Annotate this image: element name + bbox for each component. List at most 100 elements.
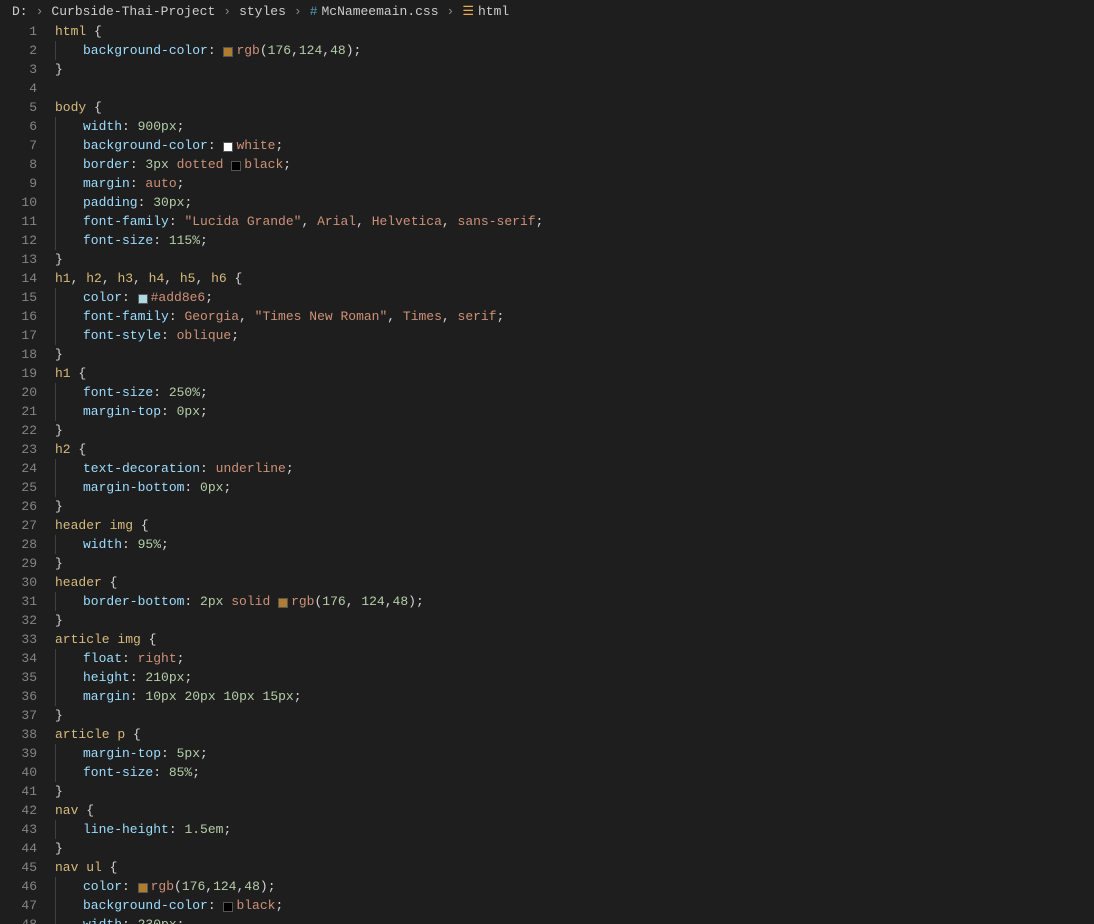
code-token: ;	[177, 915, 185, 924]
code-token: ;	[177, 649, 185, 668]
color-swatch-icon[interactable]	[278, 598, 288, 608]
breadcrumb[interactable]: D: › Curbside-Thai-Project › styles › # …	[0, 0, 1094, 22]
code-line[interactable]: body {	[55, 98, 1094, 117]
breadcrumb-part[interactable]: D:	[12, 4, 28, 19]
code-editor[interactable]: 1234567891011121314151617181920212223242…	[0, 22, 1094, 924]
code-line[interactable]: color: #add8e6;	[55, 288, 1094, 307]
line-number: 31	[0, 592, 37, 611]
code-line[interactable]: }	[55, 706, 1094, 725]
line-number: 32	[0, 611, 37, 630]
code-line[interactable]: margin: auto;	[55, 174, 1094, 193]
code-line[interactable]: margin-top: 5px;	[55, 744, 1094, 763]
code-line[interactable]: }	[55, 554, 1094, 573]
code-token: width	[83, 915, 122, 924]
code-line[interactable]: html {	[55, 22, 1094, 41]
code-line[interactable]: nav ul {	[55, 858, 1094, 877]
indent-guide	[55, 478, 83, 497]
line-number: 44	[0, 839, 37, 858]
code-token: :	[161, 744, 177, 763]
code-line[interactable]: }	[55, 250, 1094, 269]
line-number: 30	[0, 573, 37, 592]
code-line[interactable]: font-family: Georgia, "Times New Roman",…	[55, 307, 1094, 326]
code-line[interactable]: width: 95%;	[55, 535, 1094, 554]
code-token: 48	[393, 592, 409, 611]
code-line[interactable]: border: 3px dotted black;	[55, 155, 1094, 174]
line-number: 47	[0, 896, 37, 915]
color-swatch-icon[interactable]	[138, 883, 148, 893]
code-line[interactable]: nav {	[55, 801, 1094, 820]
code-line[interactable]: background-color: black;	[55, 896, 1094, 915]
code-line[interactable]: color: rgb(176,124,48);	[55, 877, 1094, 896]
code-line[interactable]: article img {	[55, 630, 1094, 649]
color-swatch-icon[interactable]	[138, 294, 148, 304]
code-line[interactable]: margin-bottom: 0px;	[55, 478, 1094, 497]
code-line[interactable]: width: 900px;	[55, 117, 1094, 136]
breadcrumb-part[interactable]: html	[478, 4, 509, 19]
code-line[interactable]: background-color: rgb(176,124,48);	[55, 41, 1094, 60]
code-token: ;	[286, 459, 294, 478]
code-line[interactable]: header {	[55, 573, 1094, 592]
code-line[interactable]: }	[55, 345, 1094, 364]
breadcrumb-part[interactable]: styles	[239, 4, 286, 19]
code-line[interactable]: h1 {	[55, 364, 1094, 383]
code-line[interactable]: line-height: 1.5em;	[55, 820, 1094, 839]
code-token: )	[346, 41, 354, 60]
code-line[interactable]: margin: 10px 20px 10px 15px;	[55, 687, 1094, 706]
code-line[interactable]: width: 230px;	[55, 915, 1094, 924]
code-token: ;	[268, 877, 276, 896]
code-line[interactable]: }	[55, 839, 1094, 858]
breadcrumb-part[interactable]: Curbside-Thai-Project	[51, 4, 215, 19]
code-token: border	[83, 155, 130, 174]
code-line[interactable]: border-bottom: 2px solid rgb(176, 124,48…	[55, 592, 1094, 611]
code-token: ,	[385, 592, 393, 611]
code-line[interactable]: height: 210px;	[55, 668, 1094, 687]
code-line[interactable]: article p {	[55, 725, 1094, 744]
code-token: ,	[442, 307, 458, 326]
code-line[interactable]: font-size: 250%;	[55, 383, 1094, 402]
code-line[interactable]: header img {	[55, 516, 1094, 535]
code-line[interactable]: background-color: white;	[55, 136, 1094, 155]
code-line[interactable]: padding: 30px;	[55, 193, 1094, 212]
code-token: ;	[177, 117, 185, 136]
code-line[interactable]: h2 {	[55, 440, 1094, 459]
code-token: margin-top	[83, 744, 161, 763]
code-token: dotted	[177, 155, 224, 174]
code-token: white	[236, 136, 275, 155]
css-file-icon: #	[310, 4, 318, 19]
code-token: ,	[356, 212, 372, 231]
code-token: 124	[361, 592, 384, 611]
code-token: serif	[458, 307, 497, 326]
code-line[interactable]: }	[55, 497, 1094, 516]
code-line[interactable]	[55, 79, 1094, 98]
line-number: 19	[0, 364, 37, 383]
code-token: 15px	[263, 687, 294, 706]
code-line[interactable]: font-style: oblique;	[55, 326, 1094, 345]
code-token: oblique	[177, 326, 232, 345]
code-token: 210px	[145, 668, 184, 687]
code-line[interactable]: }	[55, 421, 1094, 440]
code-token: ;	[200, 402, 208, 421]
color-swatch-icon[interactable]	[223, 902, 233, 912]
code-line[interactable]: }	[55, 782, 1094, 801]
code-line[interactable]: }	[55, 60, 1094, 79]
indent-guide	[55, 896, 83, 915]
code-token: 10px	[223, 687, 254, 706]
code-line[interactable]: text-decoration: underline;	[55, 459, 1094, 478]
code-line[interactable]: font-size: 85%;	[55, 763, 1094, 782]
code-token	[255, 687, 263, 706]
code-line[interactable]: }	[55, 611, 1094, 630]
code-line[interactable]: font-size: 115%;	[55, 231, 1094, 250]
code-line[interactable]: float: right;	[55, 649, 1094, 668]
code-line[interactable]: font-family: "Lucida Grande", Arial, Hel…	[55, 212, 1094, 231]
code-token	[270, 592, 278, 611]
color-swatch-icon[interactable]	[223, 47, 233, 57]
code-token: }	[55, 345, 63, 364]
code-token: black	[244, 155, 283, 174]
code-token: :	[122, 535, 138, 554]
color-swatch-icon[interactable]	[223, 142, 233, 152]
code-content[interactable]: html {background-color: rgb(176,124,48);…	[55, 22, 1094, 924]
code-line[interactable]: margin-top: 0px;	[55, 402, 1094, 421]
breadcrumb-part[interactable]: McNameemain.css	[322, 4, 439, 19]
code-line[interactable]: h1, h2, h3, h4, h5, h6 {	[55, 269, 1094, 288]
color-swatch-icon[interactable]	[231, 161, 241, 171]
